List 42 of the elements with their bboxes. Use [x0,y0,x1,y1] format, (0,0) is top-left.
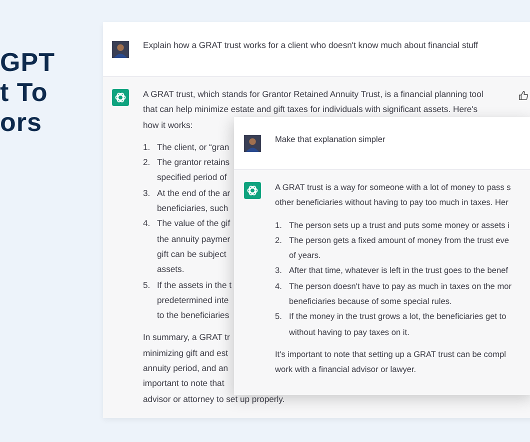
list-item-text: If the money in the trust grows a lot, the beneficiaries get to without having to pay taxes on it. [289,310,506,339]
list-number: 1. [275,218,283,232]
list-item-text: The client, or “gran [157,140,230,154]
list-number: 2. [275,234,283,247]
thumbs-up-icon[interactable] [518,90,529,101]
text-line: annuity period, and an [143,362,228,376]
headline-text: t To [0,77,49,107]
list-number: 1. [143,140,152,154]
list-number: 5. [143,278,152,292]
list-item-text: The person sets up a trust and puts some money or assets i [289,218,510,232]
list-number: 2. [143,156,152,170]
list-item-text: The person gets a fixed amount of money from the trust eve of years. [289,234,509,262]
text-line: Make that explanation simpler [275,132,386,146]
list-number: 3. [143,186,152,200]
chatbot-logo-icon [112,89,129,106]
list-item-text: The grantor retains specified period of [157,156,230,184]
text-line: Explain how a GRAT trust works for a client who doesn't know much about financial stuff [143,38,478,52]
chatbot-logo-icon [244,182,261,199]
headline-text: GPT [0,47,55,77]
text-line: In summary, a GRAT tr [143,331,230,344]
list-number: 4. [275,280,283,293]
avatar-icon [244,134,261,152]
list-item-text: At the end of the ar beneficiaries, such [157,186,230,216]
text-line: how it works: [143,118,193,132]
avatar-icon [112,40,129,58]
list-item-text: The value of the gif the annuity paymer gift can be subject assets. [157,217,230,276]
list-item-text: After that time, whatever is left in the trust goes to the benef [289,264,508,278]
text-line: that can help minimize estate and gift taxes for individuals with significant assets. Here's [143,103,478,116]
list-number: 4. [143,217,152,230]
text-line: It's important to note that setting up a GRAT trust can be compl [275,348,506,361]
text-line: minimizing gift and est [143,346,228,360]
headline-text: ors [0,107,43,137]
list-item-text: The person doesn't have to pay as much in taxes on the mor beneficiaries because of some special rules. [289,280,512,308]
list-number: 5. [275,310,283,324]
list-item-text: If the assets in the t predetermined inte to the beneficiaries [157,278,232,322]
list-number: 3. [275,264,283,278]
text-line: work with a financial advisor or lawyer. [275,363,416,376]
text-line: A GRAT trust, which stands for Grantor Retained Annuity Trust, is a financial planning tool [143,88,484,101]
text-line: important to note that [143,377,224,390]
text-line: A GRAT trust is a way for someone with a lot of money to pass s [275,181,511,194]
text-line: other beneficiaries without having to pay too much in taxes. Her [275,196,508,210]
text-line: advisor or attorney to set up properly. [143,392,285,406]
